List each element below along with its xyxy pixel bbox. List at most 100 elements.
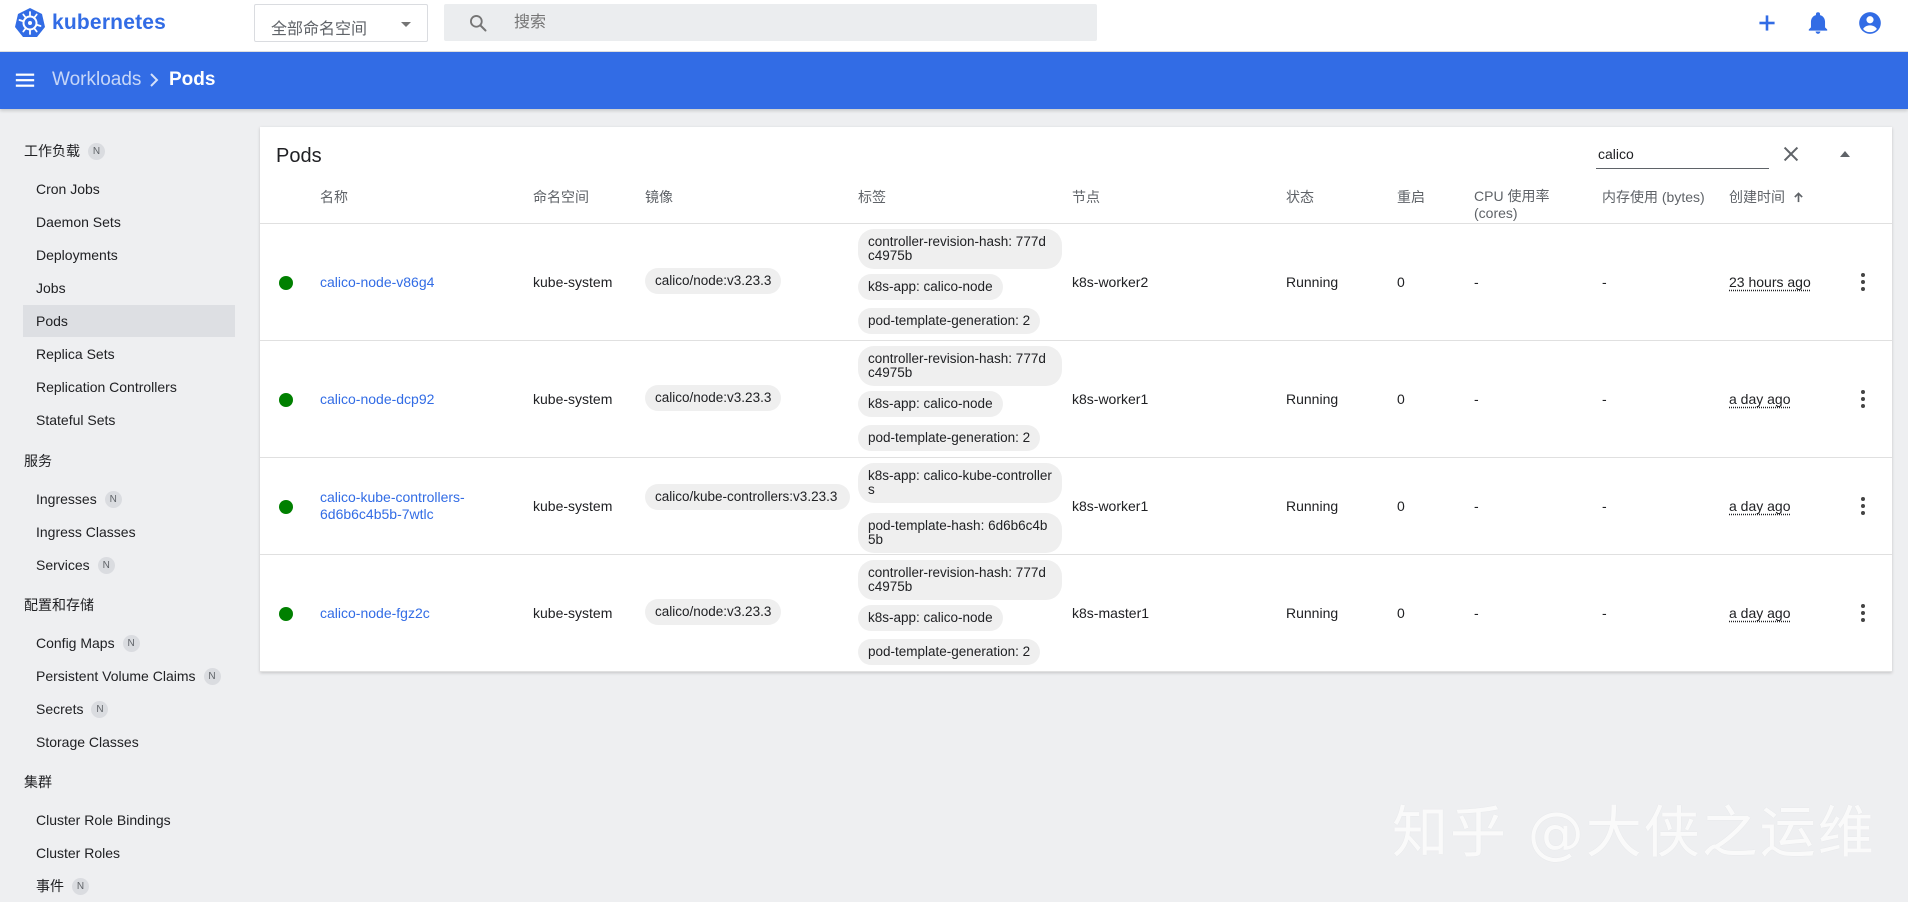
search-input[interactable] bbox=[514, 10, 1074, 35]
sidebar-item-label: 事件 bbox=[36, 878, 64, 894]
created-cell: 23 hours ago bbox=[1729, 274, 1811, 290]
watermark: 知乎 @大侠之运维 bbox=[1392, 801, 1876, 866]
pod-name-link[interactable]: calico-kube-controllers-6d6b6c4b5b-7wtlc bbox=[320, 489, 480, 523]
sidebar-section-config-storage[interactable]: 配置和存储 bbox=[24, 595, 94, 615]
namespaced-badge: N bbox=[88, 142, 105, 160]
sidebar-section-cluster[interactable]: 集群 bbox=[24, 772, 52, 792]
table-row: calico-kube-controllers-6d6b6c4b5b-7wtlc… bbox=[260, 458, 1892, 555]
kubernetes-helm-icon bbox=[15, 8, 45, 37]
sidebar-item-ingresses[interactable]: Ingresses N bbox=[23, 483, 235, 515]
column-header-name[interactable]: 名称 bbox=[320, 189, 348, 206]
image-chip: calico/node:v3.23.3 bbox=[645, 385, 782, 411]
namespace-select-value: 全部命名空间 bbox=[271, 21, 368, 38]
column-header-node: 节点 bbox=[1072, 189, 1100, 205]
sidebar-item-cron-jobs[interactable]: Cron Jobs bbox=[23, 173, 235, 205]
sidebar-item-storage-classes[interactable]: Storage Classes bbox=[23, 726, 235, 758]
label-chip: controller-revision-hash: 777dc4975b bbox=[858, 229, 1062, 269]
status-cell: Running bbox=[1286, 274, 1339, 290]
sidebar-item-label: Ingresses bbox=[36, 491, 97, 507]
node-cell: k8s-worker1 bbox=[1072, 391, 1149, 407]
namespace-cell: kube-system bbox=[533, 274, 613, 290]
namespaced-badge: N bbox=[203, 667, 221, 685]
filter-input[interactable] bbox=[1596, 139, 1769, 169]
pod-name-link[interactable]: calico-node-dcp92 bbox=[320, 391, 434, 408]
search-icon bbox=[470, 15, 487, 32]
sidebar-item-label: Jobs bbox=[36, 280, 66, 296]
cpu-cell: - bbox=[1474, 605, 1479, 621]
label-chip: k8s-app: calico-node bbox=[858, 605, 1003, 631]
sidebar-item-daemon-sets[interactable]: Daemon Sets bbox=[23, 206, 235, 238]
sidebar-item-label: Persistent Volume Claims bbox=[36, 668, 196, 684]
sidebar-item-label: Storage Classes bbox=[36, 734, 139, 750]
sidebar-item-deployments[interactable]: Deployments bbox=[23, 239, 235, 271]
close-icon[interactable] bbox=[1780, 143, 1802, 165]
kubernetes-logo[interactable]: kubernetes bbox=[14, 7, 166, 39]
sidebar-section-services[interactable]: 服务 bbox=[24, 451, 52, 471]
more-vert-icon[interactable] bbox=[1851, 270, 1875, 294]
sidebar-item-ingress-classes[interactable]: Ingress Classes bbox=[23, 516, 235, 548]
card-title: Pods bbox=[276, 145, 322, 167]
namespace-cell: kube-system bbox=[533, 391, 613, 407]
column-header-created[interactable]: 创建时间 bbox=[1729, 189, 1804, 206]
sidebar-item-cluster-role-bindings[interactable]: Cluster Role Bindings bbox=[23, 804, 235, 836]
namespace-cell: kube-system bbox=[533, 605, 613, 621]
label-chip: k8s-app: calico-kube-controllers bbox=[858, 463, 1062, 503]
column-header-status: 状态 bbox=[1286, 189, 1314, 205]
sidebar-item-services[interactable]: Services N bbox=[23, 549, 235, 581]
sidebar-section-workloads[interactable]: 工作负载 N bbox=[24, 141, 105, 161]
more-vert-icon[interactable] bbox=[1851, 494, 1875, 518]
label-chip: controller-revision-hash: 777dc4975b bbox=[858, 346, 1062, 386]
sidebar-item-secrets[interactable]: Secrets N bbox=[23, 693, 235, 725]
column-header-memory: 内存使用 (bytes) bbox=[1602, 189, 1705, 205]
pod-name-link[interactable]: calico-node-fgz2c bbox=[320, 605, 430, 622]
breadcrumb-workloads[interactable]: Workloads bbox=[52, 69, 141, 91]
restarts-cell: 0 bbox=[1397, 605, 1405, 621]
label-chip: pod-template-hash: 6d6b6c4b5b bbox=[858, 513, 1062, 553]
cpu-cell: - bbox=[1474, 391, 1479, 407]
notifications-bell-icon[interactable] bbox=[1805, 10, 1831, 36]
namespace-select[interactable]: 全部命名空间 bbox=[254, 4, 428, 42]
status-running-icon bbox=[279, 500, 293, 514]
pod-name-link[interactable]: calico-node-v86g4 bbox=[320, 274, 434, 291]
sidebar-item-replica-sets[interactable]: Replica Sets bbox=[23, 338, 235, 370]
more-vert-icon[interactable] bbox=[1851, 601, 1875, 625]
sidebar-item-label: Deployments bbox=[36, 247, 118, 263]
sidebar-item-label: Cluster Roles bbox=[36, 845, 121, 861]
sidebar-item-events[interactable]: 事件 N bbox=[23, 870, 235, 902]
column-header-images: 镜像 bbox=[645, 189, 673, 205]
created-cell: a day ago bbox=[1729, 498, 1791, 514]
image-chip: calico/node:v3.23.3 bbox=[645, 599, 782, 625]
status-cell: Running bbox=[1286, 605, 1339, 621]
sort-arrow-up-icon bbox=[1794, 192, 1803, 203]
sidebar-item-label: Cluster Role Bindings bbox=[36, 812, 171, 828]
menu-icon[interactable] bbox=[14, 69, 36, 91]
chevron-right-icon bbox=[150, 73, 159, 87]
cpu-cell: - bbox=[1474, 498, 1479, 514]
status-running-icon bbox=[279, 607, 293, 621]
breadcrumb-bar: Workloads Pods bbox=[0, 52, 1908, 109]
sidebar-item-cluster-roles[interactable]: Cluster Roles bbox=[23, 837, 235, 869]
sidebar-item-label: Replication Controllers bbox=[36, 379, 177, 395]
sidebar-item-label: Services bbox=[36, 557, 90, 573]
sidebar-item-label: Config Maps bbox=[36, 635, 115, 651]
status-running-icon bbox=[279, 393, 293, 407]
add-icon[interactable] bbox=[1754, 10, 1780, 36]
breadcrumb-pods: Pods bbox=[169, 69, 216, 90]
node-cell: k8s-worker1 bbox=[1072, 498, 1149, 514]
more-vert-icon[interactable] bbox=[1851, 387, 1875, 411]
image-chip: calico/kube-controllers:v3.23.3 bbox=[645, 484, 850, 510]
sidebar-item-persistent-volume-claims[interactable]: Persistent Volume Claims N bbox=[23, 660, 235, 692]
restarts-cell: 0 bbox=[1397, 498, 1405, 514]
sidebar-item-config-maps[interactable]: Config Maps N bbox=[23, 627, 235, 659]
label-chip: k8s-app: calico-node bbox=[858, 274, 1003, 300]
status-cell: Running bbox=[1286, 391, 1339, 407]
label-chip: pod-template-generation: 2 bbox=[858, 308, 1041, 334]
caret-up-icon[interactable] bbox=[1838, 147, 1852, 161]
sidebar-item-pods[interactable]: Pods bbox=[23, 305, 235, 337]
sidebar-item-stateful-sets[interactable]: Stateful Sets bbox=[23, 404, 235, 436]
namespaced-badge: N bbox=[104, 490, 122, 508]
sidebar-item-replication-controllers[interactable]: Replication Controllers bbox=[23, 371, 235, 403]
account-circle-icon[interactable] bbox=[1857, 10, 1883, 36]
namespaced-badge: N bbox=[97, 556, 115, 574]
sidebar-item-jobs[interactable]: Jobs bbox=[23, 272, 235, 304]
